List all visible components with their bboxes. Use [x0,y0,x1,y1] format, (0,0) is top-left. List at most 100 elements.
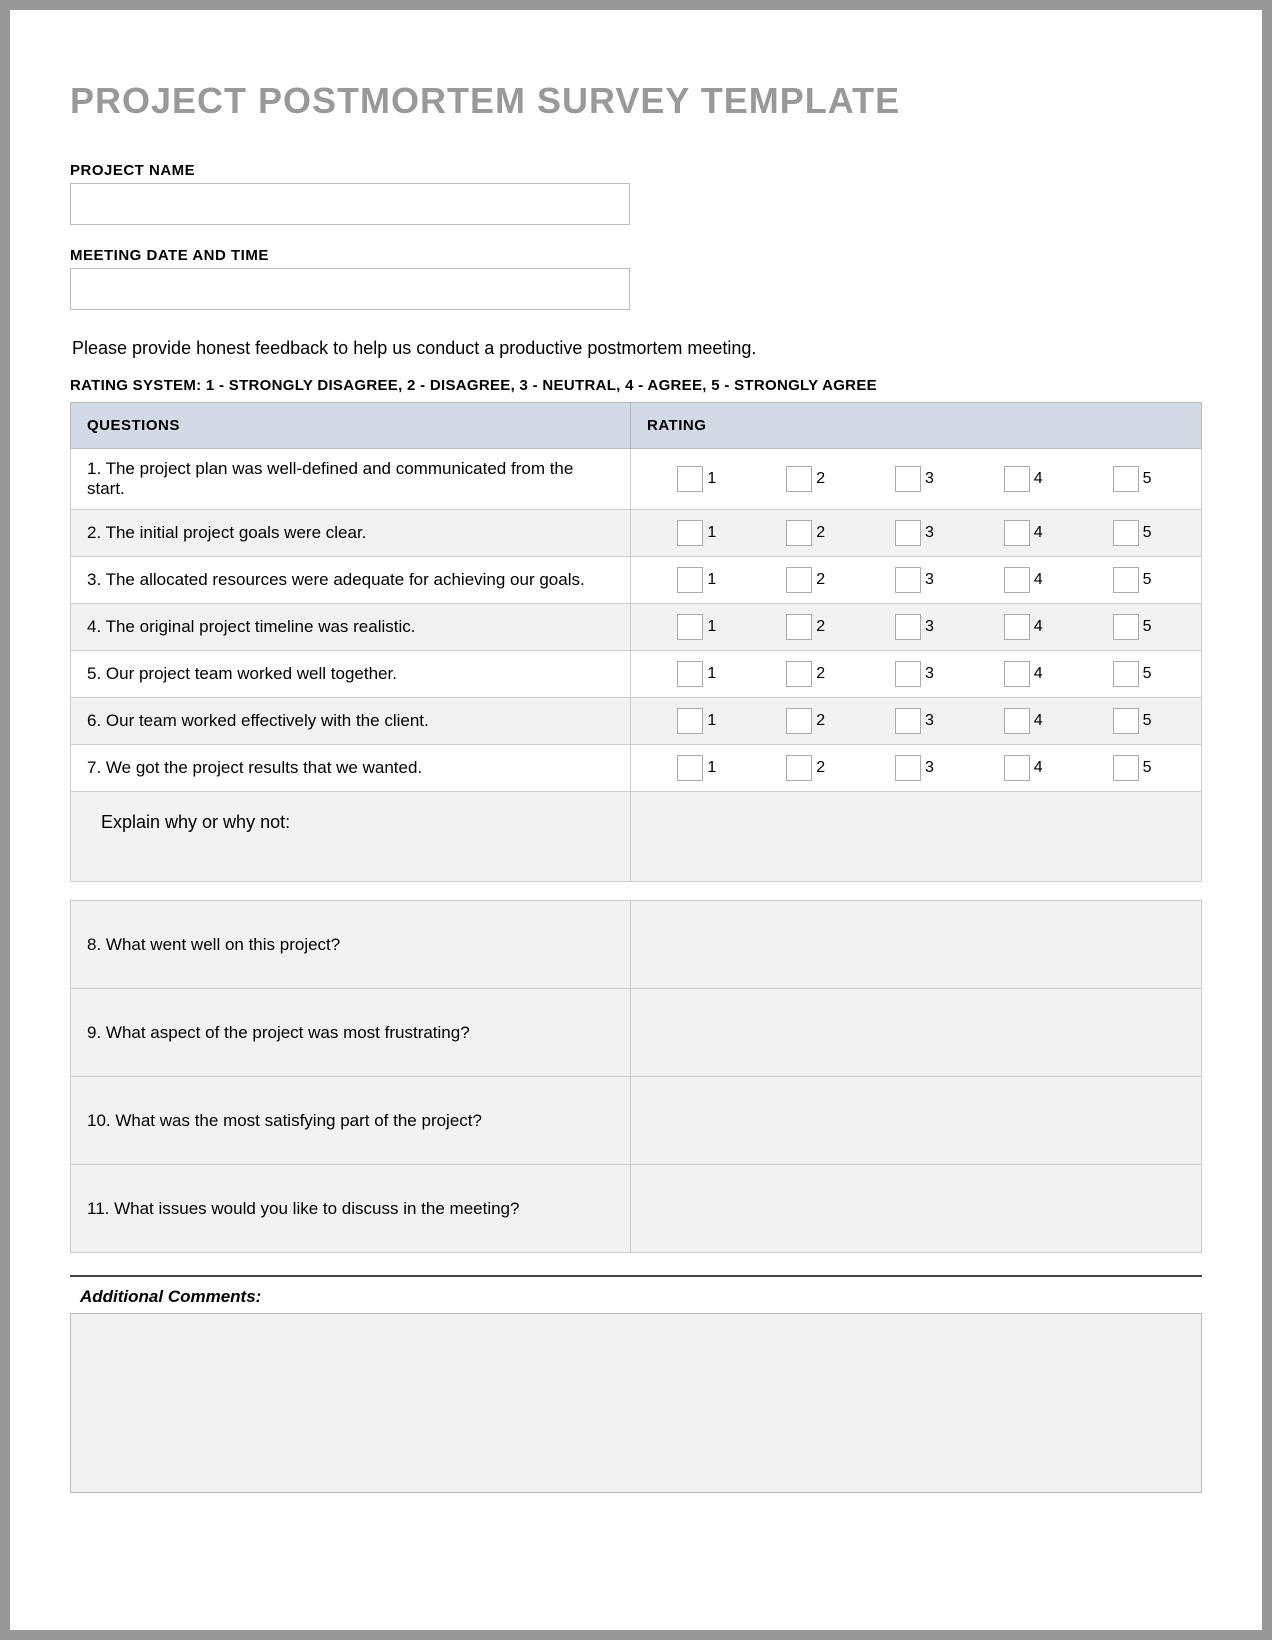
rating-checkbox[interactable] [786,755,812,781]
rating-option: 5 [1113,466,1155,492]
rating-number-label: 5 [1143,712,1155,730]
project-name-input[interactable] [70,183,630,225]
rating-option: 3 [895,755,937,781]
rating-checkbox[interactable] [677,567,703,593]
rating-number-label: 5 [1143,571,1155,589]
rating-cell: 1 2 3 4 5 [631,449,1202,510]
open-answer-cell[interactable] [631,989,1202,1077]
open-answer-cell[interactable] [631,1077,1202,1165]
rating-option: 3 [895,520,937,546]
explain-answer-cell[interactable] [631,792,1202,882]
rating-checkbox[interactable] [677,520,703,546]
rating-option: 4 [1004,661,1046,687]
rating-checkbox[interactable] [1113,567,1139,593]
explain-row: Explain why or why not: [71,792,1202,882]
rating-checkbox[interactable] [1004,661,1030,687]
rating-option: 1 [677,466,719,492]
rating-option: 4 [1004,567,1046,593]
additional-comments-input[interactable] [70,1313,1202,1493]
rating-checkbox[interactable] [1113,466,1139,492]
rating-number-label: 3 [925,618,937,636]
table-row: 6. Our team worked effectively with the … [71,698,1202,745]
rating-number-label: 1 [707,524,719,542]
rating-checkbox[interactable] [1004,466,1030,492]
open-answer-cell[interactable] [631,901,1202,989]
rating-number-label: 3 [925,759,937,777]
rating-checkbox[interactable] [1113,755,1139,781]
rating-checkbox[interactable] [677,708,703,734]
rating-number-label: 4 [1034,470,1046,488]
rating-checkbox[interactable] [677,614,703,640]
rating-checkbox[interactable] [786,708,812,734]
rating-option: 2 [786,708,828,734]
rating-checkbox[interactable] [895,567,921,593]
survey-page: PROJECT POSTMORTEM SURVEY TEMPLATE PROJE… [10,10,1262,1630]
rating-checkbox[interactable] [895,661,921,687]
rating-checkbox[interactable] [1113,520,1139,546]
rating-checkbox[interactable] [895,614,921,640]
rating-checkbox[interactable] [1004,614,1030,640]
rating-checkbox[interactable] [786,661,812,687]
rating-option: 4 [1004,708,1046,734]
rating-option: 4 [1004,520,1046,546]
open-answer-cell[interactable] [631,1165,1202,1253]
rating-number-label: 5 [1143,524,1155,542]
project-name-label: PROJECT NAME [70,162,1202,179]
rating-cell: 12345 [631,745,1202,792]
rating-option: 2 [786,661,828,687]
table-row: 9. What aspect of the project was most f… [71,989,1202,1077]
rating-checkbox[interactable] [1004,755,1030,781]
rating-checkbox[interactable] [1113,614,1139,640]
rating-number-label: 2 [816,571,828,589]
rating-number-label: 4 [1034,665,1046,683]
additional-comments-label: Additional Comments: [70,1275,1202,1313]
meeting-datetime-input[interactable] [70,268,630,310]
rating-checkbox[interactable] [786,466,812,492]
rating-number-label: 3 [925,470,937,488]
rating-option: 2 [786,520,828,546]
rating-number-label: 3 [925,571,937,589]
rating-number-label: 4 [1034,618,1046,636]
col-header-rating: RATING [631,403,1202,449]
rating-option: 5 [1113,661,1155,687]
open-question-text: 10. What was the most satisfying part of… [71,1077,631,1165]
table-row: 5. Our project team worked well together… [71,651,1202,698]
table-row: 3. The allocated resources were adequate… [71,557,1202,604]
rating-checkbox[interactable] [895,708,921,734]
rating-checkbox[interactable] [1113,708,1139,734]
rating-option: 5 [1113,567,1155,593]
rating-checkbox[interactable] [895,755,921,781]
rating-option: 1 [677,614,719,640]
rating-checkbox[interactable] [1113,661,1139,687]
rating-option: 1 [677,520,719,546]
rating-number-label: 1 [707,712,719,730]
rating-checkbox[interactable] [786,520,812,546]
rating-option: 3 [895,614,937,640]
table-row: 8. What went well on this project? [71,901,1202,989]
rating-option: 3 [895,661,937,687]
open-question-text: 8. What went well on this project? [71,901,631,989]
rating-checkbox[interactable] [895,520,921,546]
rating-checkbox[interactable] [895,466,921,492]
rating-option: 2 [786,614,828,640]
rating-checkbox[interactable] [1004,708,1030,734]
rating-checkbox[interactable] [786,567,812,593]
rating-checkbox[interactable] [677,661,703,687]
rating-checkbox[interactable] [786,614,812,640]
rating-option: 1 [677,567,719,593]
rating-number-label: 4 [1034,524,1046,542]
rating-option: 1 [677,755,719,781]
rating-option: 1 [677,661,719,687]
rating-number-label: 4 [1034,712,1046,730]
rating-number-label: 4 [1034,571,1046,589]
rating-number-label: 5 [1143,618,1155,636]
rating-number-label: 2 [816,470,828,488]
rating-checkbox[interactable] [1004,520,1030,546]
rating-number-label: 5 [1143,759,1155,777]
open-question-text: 11. What issues would you like to discus… [71,1165,631,1253]
rating-checkbox[interactable] [1004,567,1030,593]
rating-checkbox[interactable] [677,466,703,492]
rating-option: 4 [1004,614,1046,640]
rating-checkbox[interactable] [677,755,703,781]
rating-option: 5 [1113,708,1155,734]
